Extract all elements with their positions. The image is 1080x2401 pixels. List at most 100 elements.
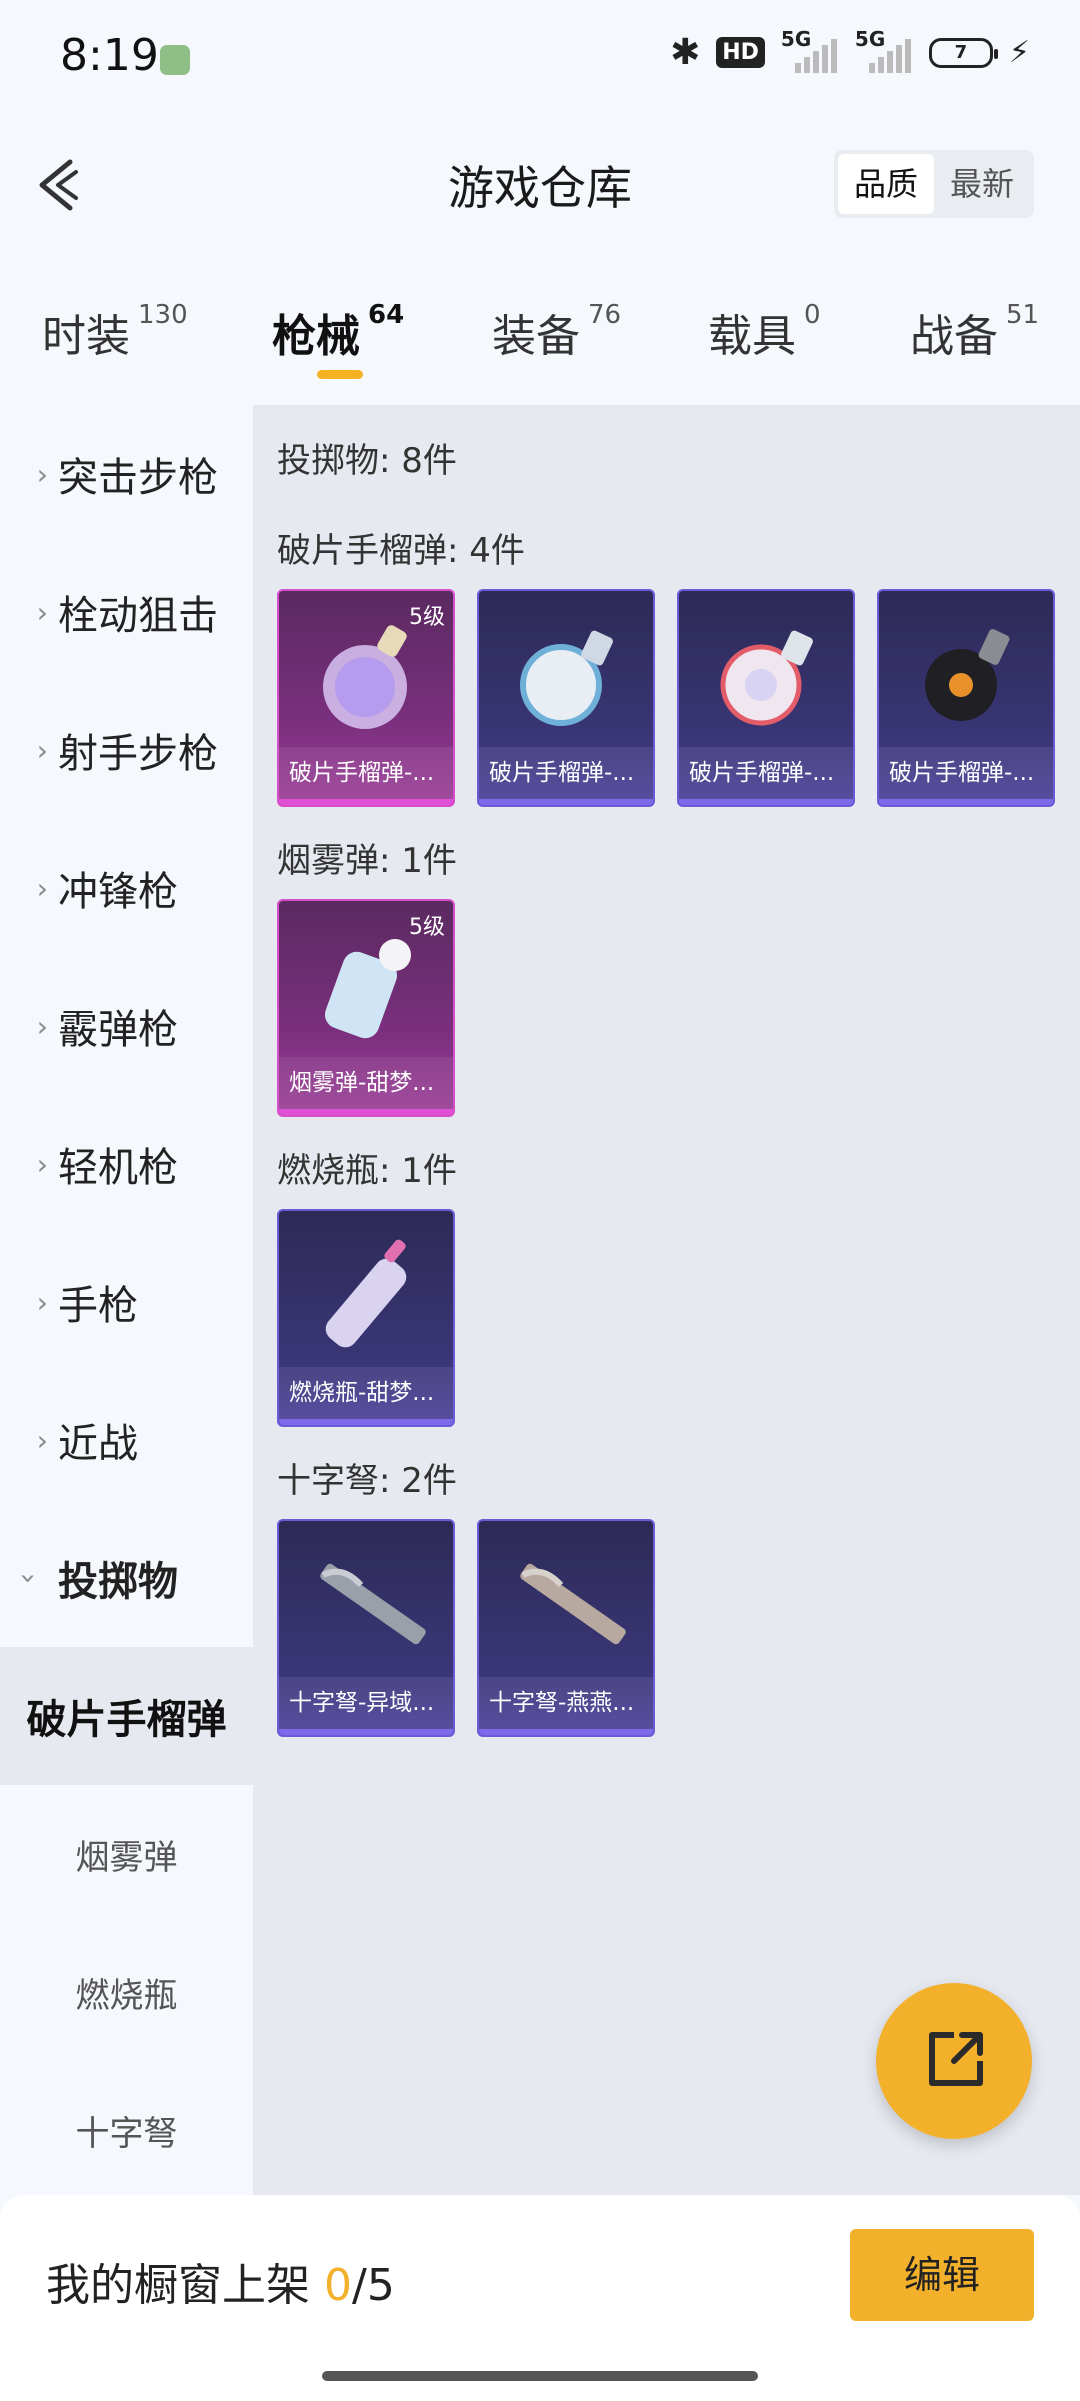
chevron-right-icon: › xyxy=(36,457,48,491)
sidebar-subitem-smoke[interactable]: 烟雾弹 xyxy=(0,1785,253,1923)
showcase-total: /5 xyxy=(352,2260,395,2311)
item-card[interactable]: 破片手榴弹-... xyxy=(877,589,1055,807)
tab-fashion[interactable]: 时装 130 xyxy=(42,300,188,364)
sidebar-item-shotgun[interactable]: › 霰弹枪 xyxy=(0,957,253,1095)
sidebar-subitem-frag-grenade[interactable]: 破片手榴弹 xyxy=(0,1647,253,1785)
header: 游戏仓库 品质 最新 xyxy=(0,130,1080,240)
grenade-icon xyxy=(925,629,1010,721)
rarity-strip xyxy=(679,799,853,805)
bottom-bar: 我的橱窗上架 0/5 编辑 xyxy=(0,2195,1080,2401)
chevron-right-icon: › xyxy=(36,1285,48,1319)
sidebar: › 突击步枪 › 栓动狙击 › 射手步枪 › 冲锋枪 › 霰弹枪 › 轻机枪 ›… xyxy=(0,405,253,2195)
tab-label: 战备 xyxy=(910,311,998,362)
sidebar-item-melee[interactable]: › 近战 xyxy=(0,1371,253,1509)
sort-toggle: 品质 最新 xyxy=(834,150,1034,218)
sidebar-item-label: 轻机枪 xyxy=(58,1145,178,1191)
sidebar-item-bolt-sniper[interactable]: › 栓动狙击 xyxy=(0,543,253,681)
sidebar-item-lmg[interactable]: › 轻机枪 xyxy=(0,1095,253,1233)
item-name: 燃烧瓶-甜梦... xyxy=(279,1367,453,1419)
tab-label: 枪械 xyxy=(272,311,360,362)
tab-equipment[interactable]: 装备 76 xyxy=(492,300,621,364)
sidebar-subitem-molotov[interactable]: 燃烧瓶 xyxy=(0,1923,253,2061)
sidebar-item-throwables[interactable]: › 投掷物 xyxy=(0,1509,253,1647)
signal-icon: 5G xyxy=(781,27,839,73)
sort-quality-button[interactable]: 品质 xyxy=(838,154,934,214)
active-tab-indicator xyxy=(317,370,363,379)
sidebar-item-label: 手枪 xyxy=(58,1283,138,1329)
category-tabs: 时装 130 枪械 64 装备 76 载具 0 战备 51 xyxy=(0,290,1080,400)
chevron-right-icon: › xyxy=(36,595,48,629)
rarity-strip xyxy=(479,1729,653,1735)
molotov-bottle-icon xyxy=(325,1239,407,1348)
chevron-down-icon: › xyxy=(12,1572,46,1584)
rarity-strip xyxy=(279,1729,453,1735)
group-title: 烟雾弹: 1件 xyxy=(277,841,457,881)
item-name: 破片手榴弹-... xyxy=(879,747,1053,799)
sidebar-item-assault-rifle[interactable]: › 突击步枪 xyxy=(0,405,253,543)
item-card[interactable]: 5级 烟雾弹-甜梦... xyxy=(277,899,455,1117)
sidebar-subitem-crossbow[interactable]: 十字弩 xyxy=(0,2061,253,2199)
tab-label: 装备 xyxy=(492,311,580,362)
battery-icon: 7 xyxy=(928,37,998,68)
chevron-right-icon: › xyxy=(36,1009,48,1043)
sidebar-item-pistol[interactable]: › 手枪 xyxy=(0,1233,253,1371)
tab-count: 0 xyxy=(804,300,821,330)
rarity-strip xyxy=(479,799,653,805)
item-grid-panel: 投掷物: 8件 破片手榴弹: 4件 5级 破片手榴弹-... 破片手榴弹-...… xyxy=(253,405,1080,2195)
sidebar-item-label: 栓动狙击 xyxy=(58,593,218,639)
status-bar: 8:19 ✱ HD 5G 5G 7 ⚡ xyxy=(0,0,1080,120)
item-name: 烟雾弹-甜梦... xyxy=(279,1057,453,1109)
hd-icon: HD xyxy=(716,37,765,68)
crossbow-icon xyxy=(520,1563,626,1645)
edit-button[interactable]: 编辑 xyxy=(850,2229,1034,2321)
sidebar-item-smg[interactable]: › 冲锋枪 xyxy=(0,819,253,957)
tab-count: 51 xyxy=(1006,300,1040,330)
sort-latest-button[interactable]: 最新 xyxy=(934,154,1030,214)
sidebar-item-label: 霰弹枪 xyxy=(58,1007,178,1053)
item-card[interactable]: 5级 破片手榴弹-... xyxy=(277,589,455,807)
level-badge: 5级 xyxy=(409,605,445,630)
item-card[interactable]: 燃烧瓶-甜梦... xyxy=(277,1209,455,1427)
rarity-strip xyxy=(279,799,453,805)
share-fab-button[interactable] xyxy=(876,1983,1032,2139)
sidebar-item-label: 射手步枪 xyxy=(58,731,218,777)
rarity-strip xyxy=(279,1419,453,1425)
sidebar-item-label: 突击步枪 xyxy=(58,455,218,501)
tab-firearms[interactable]: 枪械 64 xyxy=(272,300,404,364)
signal-icon: 5G xyxy=(855,27,913,73)
showcase-label: 我的橱窗上架 xyxy=(46,2260,324,2311)
sidebar-item-label: 投掷物 xyxy=(58,1559,178,1605)
item-name: 十字弩-异域... xyxy=(279,1677,453,1729)
item-card[interactable]: 十字弩-燕燕... xyxy=(477,1519,655,1737)
status-indicators: ✱ HD 5G 5G 7 ⚡ xyxy=(670,27,1030,74)
item-name: 破片手榴弹-... xyxy=(679,747,853,799)
rarity-strip xyxy=(279,1109,453,1115)
item-card[interactable]: 破片手榴弹-... xyxy=(677,589,855,807)
chevron-right-icon: › xyxy=(36,1423,48,1457)
crossbow-icon xyxy=(320,1563,426,1645)
tab-label: 时装 xyxy=(42,311,130,362)
chevron-right-icon: › xyxy=(36,871,48,905)
group-title: 燃烧瓶: 1件 xyxy=(277,1151,457,1191)
potion-bottle-icon xyxy=(323,625,407,729)
level-badge: 5级 xyxy=(409,915,445,940)
item-name: 破片手榴弹-... xyxy=(479,747,653,799)
app-notification-icon xyxy=(160,45,190,75)
group-title: 十字弩: 2件 xyxy=(277,1461,457,1501)
tab-label: 载具 xyxy=(708,311,796,362)
item-card[interactable]: 十字弩-异域... xyxy=(277,1519,455,1737)
bluetooth-icon: ✱ xyxy=(670,32,701,73)
showcase-status: 我的橱窗上架 0/5 xyxy=(46,2249,395,2313)
share-icon xyxy=(929,2032,983,2086)
tab-supplies[interactable]: 战备 51 xyxy=(910,300,1039,364)
sidebar-item-marksman-rifle[interactable]: › 射手步枪 xyxy=(0,681,253,819)
tab-vehicles[interactable]: 载具 0 xyxy=(708,300,821,364)
tab-count: 76 xyxy=(588,300,622,330)
item-card[interactable]: 破片手榴弹-... xyxy=(477,589,655,807)
home-indicator[interactable] xyxy=(322,2371,758,2381)
rarity-strip xyxy=(879,799,1053,805)
smoke-bottle-icon xyxy=(324,939,411,1039)
tab-count: 64 xyxy=(368,300,405,330)
grenade-icon xyxy=(720,630,813,726)
chevron-right-icon: › xyxy=(36,733,48,767)
